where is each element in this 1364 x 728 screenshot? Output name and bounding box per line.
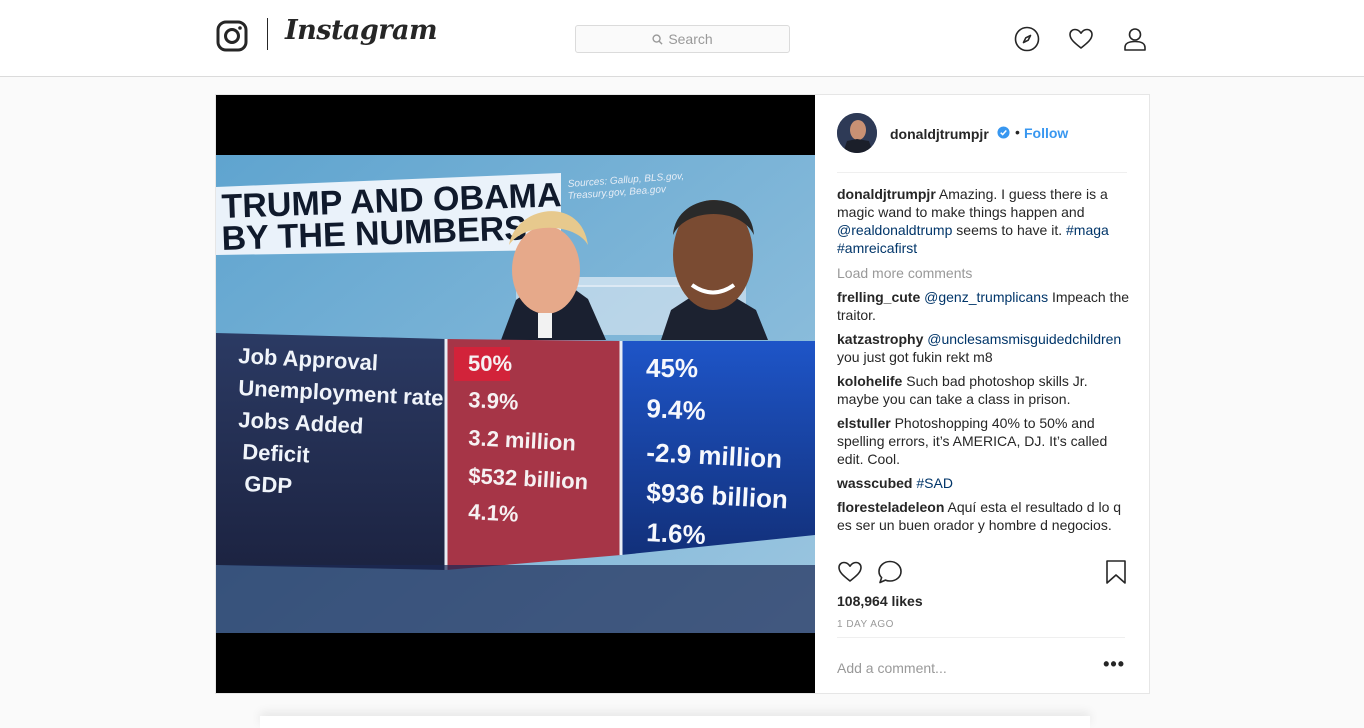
follow-button[interactable]: Follow (1024, 125, 1068, 141)
caption: donaldjtrumpjr Amazing. I guess there is… (837, 185, 1129, 257)
next-post-edge (260, 716, 1090, 728)
logo-divider (267, 18, 268, 50)
comment-bubble-icon[interactable] (877, 559, 903, 585)
comment-mention[interactable]: @genz_trumplicans (924, 289, 1048, 305)
row-label-gdp: GDP (244, 471, 293, 498)
separator-dot: • (1015, 124, 1020, 140)
post-image[interactable]: TRUMP AND OBAMA BY THE NUMBERS Sources: … (216, 95, 815, 693)
comment-username[interactable]: wasscubed (837, 475, 912, 491)
comment-item: elstuller Photoshopping 40% to 50% and s… (837, 414, 1129, 468)
obama-value-0: 45% (646, 353, 698, 383)
comment-item: kolohelife Such bad photoshop skills Jr.… (837, 372, 1129, 408)
avatar-photo (837, 113, 877, 153)
comment-item: katzastrophy @unclesamsmisguidedchildren… (837, 330, 1129, 366)
comment-mention[interactable]: @unclesamsmisguidedchildren (927, 331, 1121, 347)
comment-text: you just got fukin rekt m8 (837, 349, 993, 365)
post-side-panel: donaldjtrumpjr • Follow donaldjtrumpjr A… (815, 95, 1150, 693)
instagram-wordmark[interactable]: Instagram (285, 15, 438, 46)
avatar[interactable] (837, 113, 877, 153)
comment-username[interactable]: katzastrophy (837, 331, 923, 347)
search-input[interactable]: Search (575, 25, 790, 53)
comment-username[interactable]: floresteladeleon (837, 499, 944, 515)
post-header: donaldjtrumpjr • Follow (837, 113, 1127, 173)
heart-activity-icon[interactable] (1068, 26, 1094, 52)
post-username[interactable]: donaldjtrumpjr (890, 126, 989, 142)
comment-hashtag[interactable]: #SAD (916, 475, 953, 491)
more-options-button[interactable]: ••• (1103, 654, 1125, 675)
comment-item: wasscubed #SAD (837, 474, 1129, 492)
instagram-glyph-icon[interactable] (216, 20, 248, 52)
post-actions (837, 557, 1127, 589)
trump-value-1: 3.9% (468, 387, 519, 415)
comment-username[interactable]: elstuller (837, 415, 891, 431)
caption-mention[interactable]: @realdonaldtrump (837, 222, 952, 238)
like-heart-icon[interactable] (837, 559, 863, 585)
obama-value-4: 1.6% (646, 517, 707, 550)
bookmark-save-icon[interactable] (1103, 559, 1129, 585)
caption-username[interactable]: donaldjtrumpjr (837, 186, 936, 202)
add-comment-bar: Add a comment... ••• (837, 637, 1125, 691)
hashtag-maga[interactable]: #maga (1066, 222, 1109, 238)
comment-username[interactable]: frelling_cute (837, 289, 920, 305)
tv-graphic-image: TRUMP AND OBAMA BY THE NUMBERS Sources: … (216, 155, 815, 633)
search-icon (652, 33, 663, 45)
comment-item: floresteladeleon Aquí esta el resultado … (837, 498, 1129, 534)
trump-value-4: 4.1% (468, 499, 519, 527)
add-comment-input[interactable]: Add a comment... (837, 660, 947, 676)
trump-value-0: 50% (468, 351, 512, 376)
caption-text-2: seems to have it. (952, 222, 1066, 238)
row-label-deficit: Deficit (242, 439, 311, 468)
hashtag-amreicafirst[interactable]: #amreicafirst (837, 240, 917, 256)
comment-username[interactable]: kolohelife (837, 373, 902, 389)
post-timestamp[interactable]: 1 DAY AGO (837, 619, 894, 630)
post-card: TRUMP AND OBAMA BY THE NUMBERS Sources: … (215, 94, 1150, 694)
comment-item: frelling_cute @genz_trumplicans Impeach … (837, 288, 1129, 324)
top-nav: Instagram Search (0, 0, 1364, 77)
obama-value-1: 9.4% (646, 393, 707, 426)
compass-explore-icon[interactable] (1014, 26, 1040, 52)
likes-count[interactable]: 108,964 likes (837, 593, 923, 609)
verified-badge-icon (997, 126, 1010, 139)
search-placeholder: Search (668, 31, 713, 47)
load-more-comments-button[interactable]: Load more comments (837, 264, 1129, 282)
profile-user-icon[interactable] (1122, 26, 1148, 52)
